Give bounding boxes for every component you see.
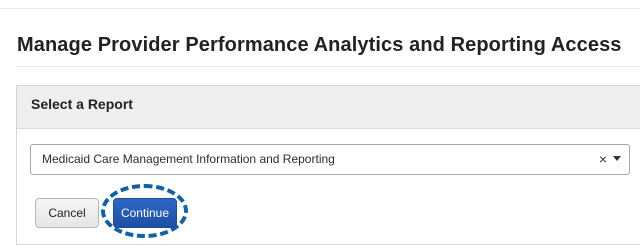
page-shell: Manage Provider Performance Analytics an… [0, 0, 640, 245]
cancel-button[interactable]: Cancel [35, 198, 99, 228]
continue-button-callout: Continue [101, 184, 191, 240]
report-select[interactable]: Medicaid Care Management Information and… [30, 144, 630, 175]
panel-header: Select a Report [17, 86, 640, 129]
clear-selection-icon[interactable]: × [599, 149, 607, 169]
report-selection-panel: Select a Report Medicaid Care Management… [16, 85, 640, 245]
chevron-down-icon[interactable] [613, 156, 621, 161]
title-divider [17, 66, 640, 67]
continue-button[interactable]: Continue [113, 198, 177, 228]
page-title: Manage Provider Performance Analytics an… [17, 34, 622, 56]
panel-title: Select a Report [31, 96, 133, 112]
selected-report-value: Medicaid Care Management Information and… [42, 152, 335, 166]
